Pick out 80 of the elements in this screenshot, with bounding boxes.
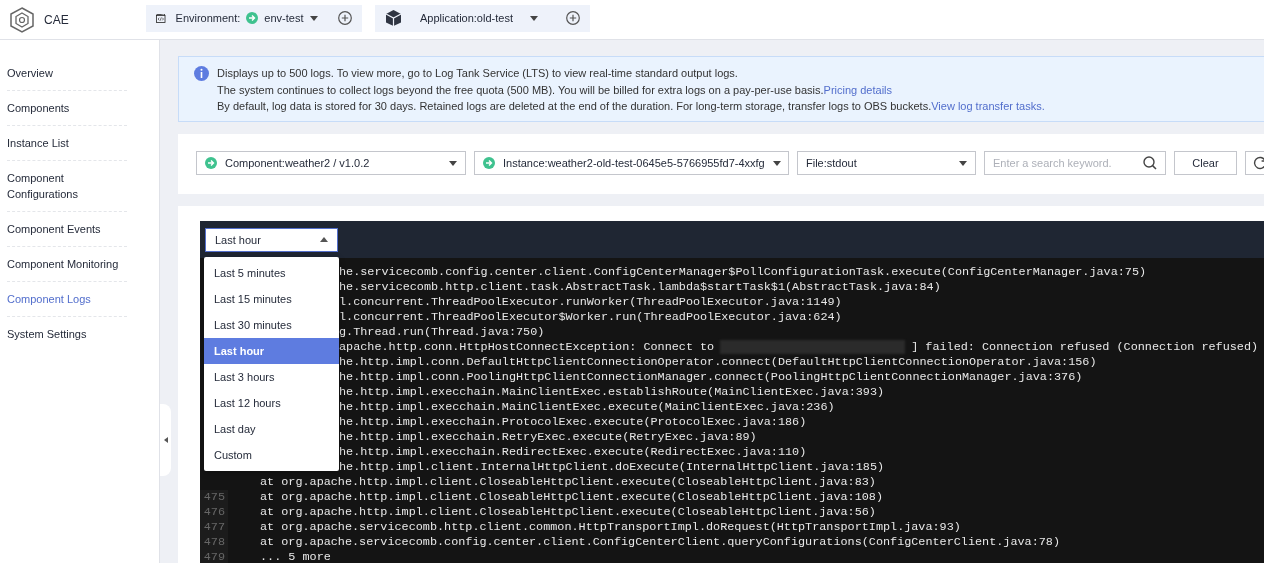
log-line: he.http.impl.conn.DefaultHttpClientConnectionOperator.connect(DefaultHttpClientConnectionOperator.java:156): [339, 355, 1097, 370]
log-line: he.http.impl.execchain.RedirectExec.execute(RedirectExec.java:110): [339, 445, 807, 460]
nav-item[interactable]: Component Events: [7, 212, 127, 247]
notice-text: Displays up to 500 logs. To view more, go to Log Tank Service (LTS) to view real-time standard output logs.: [217, 66, 739, 81]
add-icon[interactable]: [566, 11, 580, 25]
search-field[interactable]: Enter a search keyword.: [984, 151, 1166, 175]
log-text: apache.http.conn.HttpHostConnectException: Connect to: [339, 340, 715, 355]
time-range-option[interactable]: Custom: [204, 442, 339, 468]
notice-text: By default, log data is stored for 30 days. Retained logs are deleted at the end of the duration. For long-term storage, transfer logs to OBS buckets.View log transfer tasks.: [217, 99, 1045, 114]
environment-label: Environment:: [175, 12, 241, 24]
caret-icon: [959, 160, 967, 166]
nav-item[interactable]: Overview: [7, 56, 127, 91]
add-icon[interactable]: [338, 11, 352, 25]
log-text: ] failed: Connection refused (Connection refused): [911, 340, 1259, 355]
notice-text: The system continues to collect logs beyond the free quota (500 MB). You will be billed for extra logs on a pay-per-use basis.Pricing details: [217, 82, 894, 98]
component-value: Component:weather2 / v1.0.2: [225, 157, 371, 169]
search-icon: [1143, 156, 1157, 170]
caret-icon: [530, 15, 538, 21]
time-range-option[interactable]: Last 12 hours: [204, 390, 339, 416]
time-range-option[interactable]: Last 30 minutes: [204, 312, 339, 338]
logo-icon: [10, 6, 34, 33]
nav-item[interactable]: Component Monitoring: [7, 247, 127, 282]
log-line: he.http.impl.execchain.MainClientExec.establishRoute(MainClientExec.java:393): [339, 385, 885, 400]
status-icon: [205, 157, 217, 169]
time-range-option[interactable]: Last 15 minutes: [204, 286, 339, 312]
time-range-value: Last hour: [215, 233, 262, 246]
log-line: he.http.impl.execchain.RetryExec.execute(RetryExec.java:89): [339, 430, 757, 445]
time-range-option[interactable]: Last 5 minutes: [204, 260, 339, 286]
caret-icon: [309, 15, 318, 21]
nav-item[interactable]: Component Logs: [7, 282, 127, 317]
log-line: at org.apache.servicecomb.config.center.client.ConfigCenterClient.queryConfigurations(ConfigCenterClient.java:78): [260, 535, 1060, 550]
log-line: he.servicecomb.config.center.client.ConfigCenterManager$PollConfigurationTask.execute(ConfigCenterManager.java:75): [339, 265, 1147, 280]
application-label: Application:old-test: [420, 12, 514, 24]
component-dropdown[interactable]: Component:weather2 / v1.0.2: [196, 151, 466, 175]
clear-button[interactable]: Clear: [1174, 151, 1237, 175]
log-line: l.concurrent.ThreadPoolExecutor.runWorker(ThreadPoolExecutor.java:1149): [339, 295, 842, 310]
log-line: l.concurrent.ThreadPoolExecutor$Worker.run(ThreadPoolExecutor.java:624): [339, 310, 842, 325]
time-range-option[interactable]: Last hour: [204, 338, 339, 364]
log-line: he.http.impl.conn.PoolingHttpClientConnectionManager.connect(PoolingHttpClientConnectionManager.java:376): [339, 370, 1083, 385]
log-line: he.http.impl.client.InternalHttpClient.doExecute(InternalHttpClient.java:185): [339, 460, 885, 475]
log-line: he.http.impl.execchain.MainClientExec.execute(MainClientExec.java:236): [339, 400, 835, 415]
time-range-option[interactable]: Last 3 hours: [204, 364, 339, 390]
file-dropdown[interactable]: File:stdout: [797, 151, 976, 175]
instance-value: Instance:weather2-old-test-0645e5-5766955fd7-4xxfg: [503, 157, 765, 169]
status-icon: [483, 157, 495, 169]
line-number: 475: [200, 490, 228, 505]
file-value: File:stdout: [806, 157, 858, 169]
nav-item[interactable]: Instance List: [7, 126, 127, 161]
notice-link[interactable]: Pricing details: [823, 83, 893, 96]
log-line: at org.apache.servicecomb.http.client.common.HttpTransportImpl.doRequest(HttpTransportImpl.java:93): [260, 520, 961, 535]
environment-selector[interactable]: Environment: env-test: [146, 4, 362, 32]
line-number: 479: [200, 550, 228, 563]
log-line: g.Thread.run(Thread.java:750): [339, 325, 545, 340]
nav-item[interactable]: System Settings: [7, 317, 127, 351]
refresh-icon: [1253, 156, 1264, 170]
caret-icon: [772, 160, 781, 166]
log-line: he.servicecomb.http.client.task.AbstractTask.lambda$startTask$1(AbstractTask.java:84): [339, 280, 941, 295]
nav-item[interactable]: Components: [7, 91, 127, 126]
log-line: at org.apache.http.impl.client.CloseableHttpClient.execute(CloseableHttpClient.java:56): [260, 505, 876, 520]
log-line: ... 5 more: [260, 550, 331, 563]
instance-dropdown[interactable]: Instance:weather2-old-test-0645e5-5766955fd7-4xxfg: [474, 151, 789, 175]
log-line: he.http.impl.execchain.ProtocolExec.execute(ProtocolExec.java:186): [339, 415, 807, 430]
time-range-dropdown[interactable]: Last hour: [205, 227, 338, 252]
time-range-option[interactable]: Last day: [204, 416, 339, 442]
log-line: at org.apache.http.impl.client.CloseableHttpClient.execute(CloseableHttpClient.java:83): [260, 475, 876, 490]
product-name: CAE: [44, 12, 69, 27]
caret-icon: [449, 160, 457, 166]
info-icon: [194, 66, 209, 81]
collapse-handle[interactable]: [160, 404, 171, 476]
log-line: at org.apache.http.impl.client.CloseableHttpClient.execute(CloseableHttpClient.java:108): [260, 490, 883, 505]
line-number: 477: [200, 520, 228, 535]
notice-link[interactable]: View log transfer tasks.: [931, 100, 1045, 112]
environment-value: env-test: [264, 12, 304, 24]
nav-item[interactable]: Component Configurations: [7, 161, 127, 212]
line-number: 478: [200, 535, 228, 550]
line-number: 476: [200, 505, 228, 520]
application-selector[interactable]: Application:old-test: [375, 4, 590, 32]
status-icon: [246, 12, 259, 24]
cube-icon: [385, 9, 402, 27]
collapse-icon: [163, 437, 168, 443]
